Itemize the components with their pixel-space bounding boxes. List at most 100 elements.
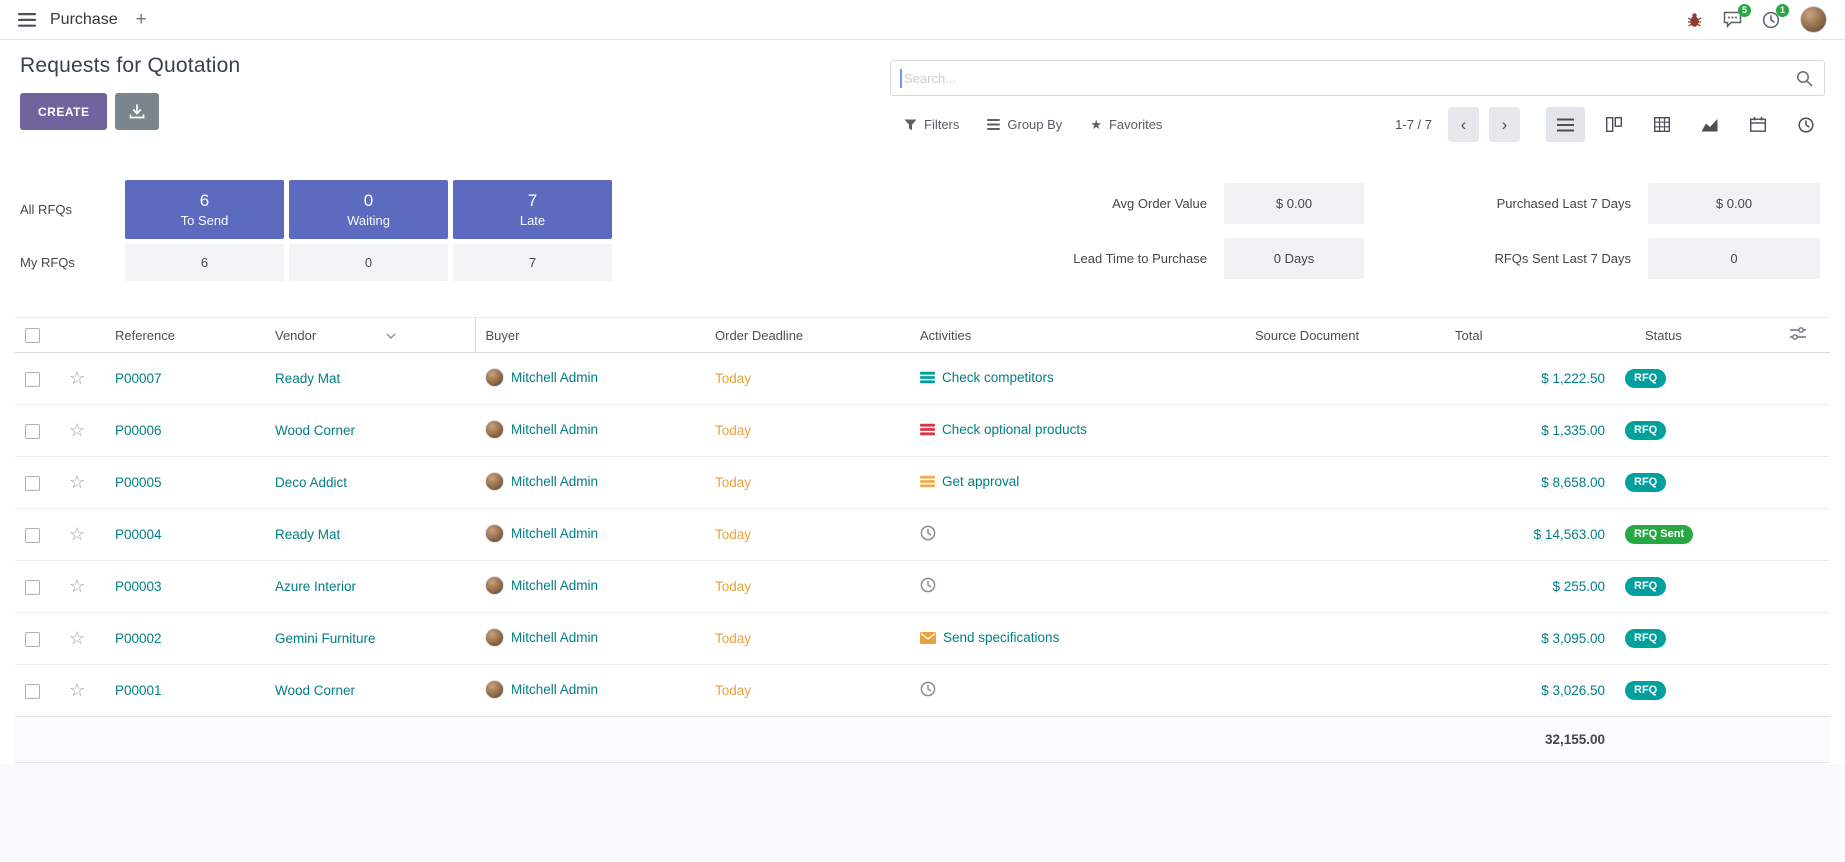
buyer-cell[interactable]: Mitchell Admin [485, 472, 598, 491]
switch-pivot-view-button[interactable] [1642, 107, 1681, 142]
column-header-reference[interactable]: Reference [105, 318, 265, 353]
search-icon[interactable] [1796, 70, 1813, 90]
messages-button[interactable]: 5 [1723, 11, 1742, 28]
table-row[interactable]: ☆ P00002 Gemini Furniture Mitchell Admin… [15, 613, 1830, 665]
create-button[interactable]: CREATE [20, 93, 107, 130]
switch-kanban-view-button[interactable] [1594, 107, 1633, 142]
reference-link[interactable]: P00006 [115, 423, 162, 438]
activity-cell[interactable]: Send specifications [920, 630, 1059, 645]
activity-label[interactable]: Check optional products [942, 422, 1087, 437]
group-by-button[interactable]: Group By [985, 111, 1064, 138]
buyer-cell[interactable]: Mitchell Admin [485, 680, 598, 699]
favorite-star-icon[interactable]: ☆ [69, 420, 85, 440]
search-input[interactable] [891, 61, 1824, 95]
column-header-status[interactable]: Status [1615, 318, 1780, 353]
favorite-star-icon[interactable]: ☆ [69, 628, 85, 648]
favorite-star-icon[interactable]: ☆ [69, 368, 85, 388]
buyer-cell[interactable]: Mitchell Admin [485, 420, 598, 439]
buyer-cell[interactable]: Mitchell Admin [485, 576, 598, 595]
mail-icon[interactable] [920, 632, 936, 644]
buyer-link[interactable]: Mitchell Admin [511, 682, 598, 697]
search-bar[interactable] [890, 60, 1825, 96]
table-row[interactable]: ☆ P00004 Ready Mat Mitchell Admin Today … [15, 509, 1830, 561]
favorite-star-icon[interactable]: ☆ [69, 576, 85, 596]
buyer-link[interactable]: Mitchell Admin [511, 422, 598, 437]
vendor-link[interactable]: Ready Mat [275, 527, 340, 542]
tasks-icon[interactable] [920, 475, 935, 488]
reference-link[interactable]: P00001 [115, 683, 162, 698]
activity-cell[interactable]: Check optional products [920, 422, 1087, 437]
buyer-link[interactable]: Mitchell Admin [511, 526, 598, 541]
switch-list-view-button[interactable] [1546, 107, 1585, 142]
row-checkbox[interactable] [25, 476, 40, 491]
switch-activity-view-button[interactable] [1786, 107, 1825, 142]
vendor-link[interactable]: Gemini Furniture [275, 631, 376, 646]
tile-late[interactable]: 7 Late [453, 180, 612, 239]
reference-link[interactable]: P00004 [115, 527, 162, 542]
pager-value[interactable]: 1-7 / 7 [1395, 117, 1432, 132]
reference-link[interactable]: P00003 [115, 579, 162, 594]
row-checkbox[interactable] [25, 372, 40, 387]
my-to-send-count[interactable]: 6 [125, 244, 284, 281]
tasks-icon[interactable] [920, 371, 935, 384]
buyer-link[interactable]: Mitchell Admin [511, 474, 598, 489]
user-avatar[interactable] [1800, 6, 1827, 33]
switch-graph-view-button[interactable] [1690, 107, 1729, 142]
table-row[interactable]: ☆ P00005 Deco Addict Mitchell Admin Toda… [15, 457, 1830, 509]
export-button[interactable] [115, 93, 159, 130]
activity-cell[interactable] [920, 525, 943, 541]
favorite-star-icon[interactable]: ☆ [69, 680, 85, 700]
buyer-cell[interactable]: Mitchell Admin [485, 628, 598, 647]
switch-calendar-view-button[interactable] [1738, 107, 1777, 142]
activity-cell[interactable] [920, 577, 943, 593]
clock-icon[interactable] [920, 577, 936, 593]
column-header-vendor[interactable]: Vendor [265, 318, 475, 353]
favorite-star-icon[interactable]: ☆ [69, 524, 85, 544]
favorite-star-icon[interactable]: ☆ [69, 472, 85, 492]
filters-button[interactable]: Filters [902, 111, 961, 138]
clock-icon[interactable] [920, 681, 936, 697]
debug-bug-icon[interactable] [1686, 12, 1703, 28]
apps-menu-button[interactable] [18, 13, 36, 27]
reference-link[interactable]: P00007 [115, 371, 162, 386]
table-row[interactable]: ☆ P00007 Ready Mat Mitchell Admin Today … [15, 353, 1830, 405]
activity-label[interactable]: Send specifications [943, 630, 1059, 645]
activity-cell[interactable]: Check competitors [920, 370, 1054, 385]
row-checkbox[interactable] [25, 424, 40, 439]
row-checkbox[interactable] [25, 632, 40, 647]
buyer-cell[interactable]: Mitchell Admin [485, 524, 598, 543]
select-all-checkbox[interactable] [25, 328, 40, 343]
plus-button[interactable]: + [136, 10, 147, 29]
optional-columns-button[interactable] [1780, 318, 1830, 353]
column-header-buyer[interactable]: Buyer [475, 318, 705, 353]
table-row[interactable]: ☆ P00006 Wood Corner Mitchell Admin Toda… [15, 405, 1830, 457]
column-header-source-document[interactable]: Source Document [1245, 318, 1445, 353]
app-name-button[interactable]: Purchase [50, 11, 118, 29]
reference-link[interactable]: P00005 [115, 475, 162, 490]
my-waiting-count[interactable]: 0 [289, 244, 448, 281]
tile-to-send[interactable]: 6 To Send [125, 180, 284, 239]
favorites-button[interactable]: ★ Favorites [1088, 111, 1164, 139]
activities-button[interactable]: 1 [1762, 11, 1780, 29]
column-header-total[interactable]: Total [1445, 318, 1615, 353]
row-checkbox[interactable] [25, 528, 40, 543]
vendor-link[interactable]: Ready Mat [275, 371, 340, 386]
vendor-link[interactable]: Azure Interior [275, 579, 356, 594]
tasks-icon[interactable] [920, 423, 935, 436]
vendor-link[interactable]: Wood Corner [275, 683, 355, 698]
table-row[interactable]: ☆ P00001 Wood Corner Mitchell Admin Toda… [15, 665, 1830, 717]
activity-cell[interactable] [920, 681, 943, 697]
column-header-activities[interactable]: Activities [910, 318, 1245, 353]
tile-waiting[interactable]: 0 Waiting [289, 180, 448, 239]
column-header-order-deadline[interactable]: Order Deadline [705, 318, 910, 353]
vendor-link[interactable]: Deco Addict [275, 475, 347, 490]
activity-label[interactable]: Get approval [942, 474, 1019, 489]
pager-next-button[interactable]: › [1489, 107, 1520, 142]
vendor-link[interactable]: Wood Corner [275, 423, 355, 438]
buyer-link[interactable]: Mitchell Admin [511, 370, 598, 385]
row-checkbox[interactable] [25, 684, 40, 699]
buyer-link[interactable]: Mitchell Admin [511, 578, 598, 593]
pager-previous-button[interactable]: ‹ [1448, 107, 1479, 142]
activity-cell[interactable]: Get approval [920, 474, 1019, 489]
clock-icon[interactable] [920, 525, 936, 541]
